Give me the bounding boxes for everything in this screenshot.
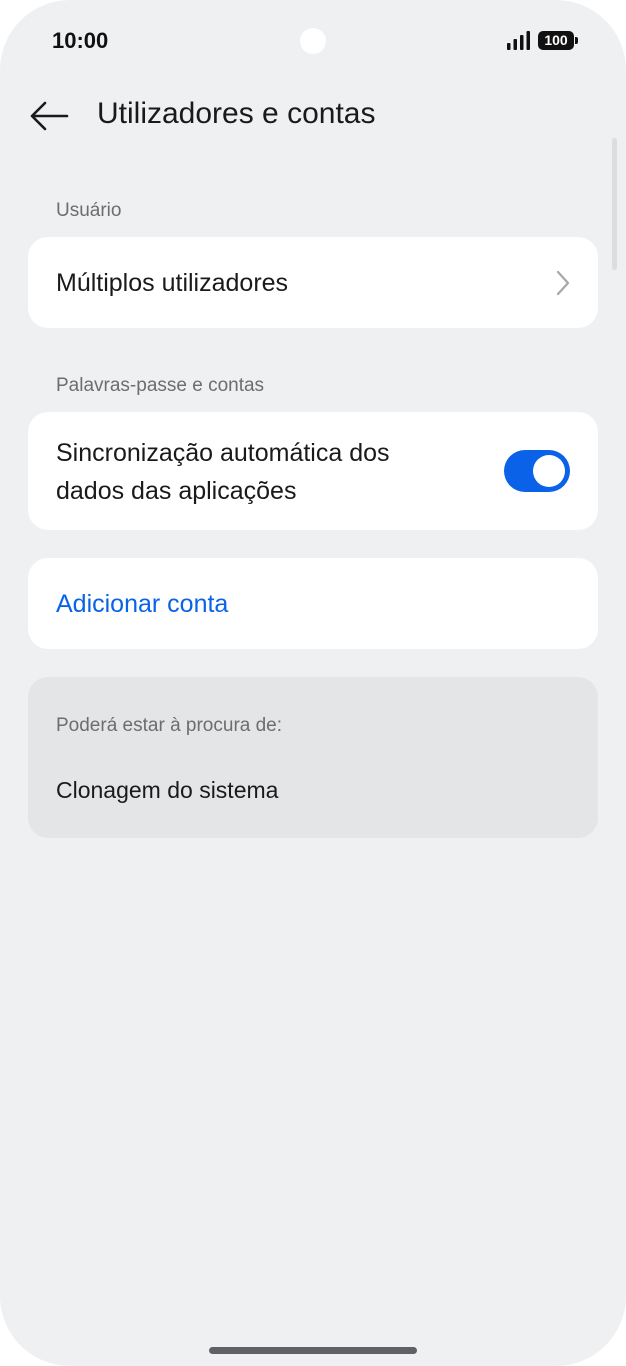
- auto-sync-toggle[interactable]: [504, 450, 570, 492]
- auto-sync-label-line2: dados das aplicações: [56, 477, 297, 505]
- toggle-knob: [533, 455, 565, 487]
- auto-sync-row[interactable]: Sincronização automática dos dados das a…: [28, 412, 598, 530]
- scrollbar[interactable]: [612, 138, 617, 270]
- suggestion-item-system-clone[interactable]: Clonagem do sistema: [56, 777, 278, 804]
- multiple-users-label: Múltiplos utilizadores: [56, 269, 289, 297]
- home-indicator[interactable]: [209, 1347, 417, 1354]
- arrow-left-icon: [30, 101, 69, 131]
- auto-sync-label: Sincronização automática dos dados das a…: [56, 434, 390, 510]
- status-time: 10:00: [52, 28, 109, 53]
- auto-sync-label-line1: Sincronização automática dos: [56, 439, 390, 467]
- add-account-label: Adicionar conta: [56, 590, 229, 618]
- chevron-right-icon: [556, 270, 570, 296]
- suggestions-card: Poderá estar à procura de: Clonagem do s…: [28, 677, 598, 838]
- battery-icon: 100: [538, 31, 574, 50]
- suggestions-label: Poderá estar à procura de:: [56, 715, 283, 736]
- phone-screen: 10:00 100 Utilizadores e contas Usuário …: [0, 0, 626, 1366]
- page-title: Utilizadores e contas: [97, 97, 376, 130]
- multiple-users-row[interactable]: Múltiplos utilizadores: [28, 237, 598, 328]
- front-camera: [300, 28, 326, 54]
- back-button[interactable]: [26, 94, 72, 138]
- signal-icon: [507, 31, 530, 50]
- battery-tip: [575, 37, 578, 44]
- section-label-user: Usuário: [56, 200, 122, 221]
- add-account-button[interactable]: Adicionar conta: [28, 558, 598, 649]
- section-label-passwords: Palavras-passe e contas: [56, 375, 265, 396]
